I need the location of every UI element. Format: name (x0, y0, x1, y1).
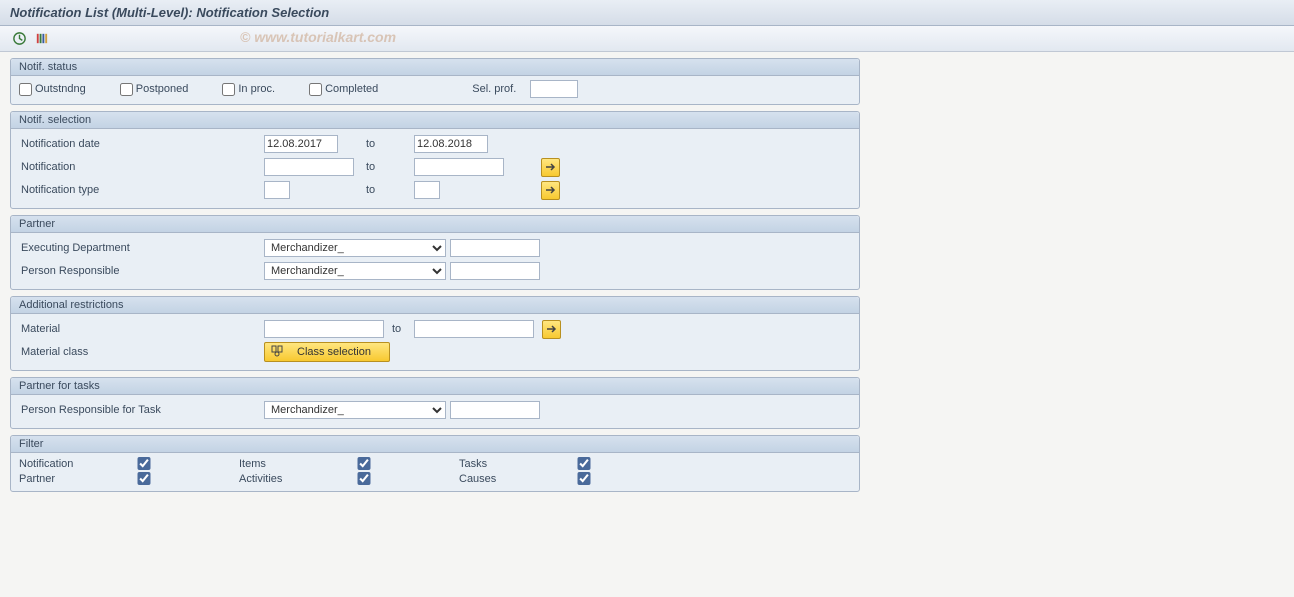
input-date-to[interactable] (414, 135, 488, 153)
class-selection-button[interactable]: Class selection (264, 342, 390, 362)
group-header-tasks: Partner for tasks (11, 378, 859, 395)
multi-select-notif-button[interactable] (541, 158, 560, 177)
arrow-right-icon (546, 324, 558, 334)
input-sel-prof[interactable] (530, 80, 578, 98)
label-filter-notification: Notification (19, 458, 129, 470)
group-additional: Additional restrictions Material to Mate… (10, 296, 860, 371)
label-filter-tasks: Tasks (459, 458, 569, 470)
checkbox-in-proc[interactable] (222, 83, 235, 96)
checkbox-filter-tasks[interactable] (569, 457, 599, 470)
group-filter: Filter Notification Items Tasks Partner … (10, 435, 860, 492)
label-notif-date: Notification date (19, 138, 264, 150)
label-outstanding: Outstndng (35, 83, 86, 95)
input-person-resp-value[interactable] (450, 262, 540, 280)
label-material: Material (19, 323, 264, 335)
checkbox-filter-notification[interactable] (129, 457, 159, 470)
label-filter-partner: Partner (19, 473, 129, 485)
multi-select-type-button[interactable] (541, 181, 560, 200)
select-exec-dept[interactable]: Merchandizer_ (264, 239, 446, 257)
label-notification: Notification (19, 161, 264, 173)
input-person-task-value[interactable] (450, 401, 540, 419)
group-status: Notif. status Outstndng Postponed In pro… (10, 58, 860, 105)
checkbox-postponed[interactable] (120, 83, 133, 96)
label-to-2: to (366, 161, 414, 173)
input-type-from[interactable] (264, 181, 290, 199)
group-selection: Notif. selection Notification date to No… (10, 111, 860, 209)
label-person-task: Person Responsible for Task (19, 404, 264, 416)
checkbox-filter-causes[interactable] (569, 472, 599, 485)
input-notif-to[interactable] (414, 158, 504, 176)
checkbox-filter-partner[interactable] (129, 472, 159, 485)
arrow-right-icon (545, 185, 557, 195)
label-notif-type: Notification type (19, 184, 264, 196)
input-type-to[interactable] (414, 181, 440, 199)
label-postponed: Postponed (136, 83, 189, 95)
watermark: © www.tutorialkart.com (240, 29, 396, 45)
group-header-additional: Additional restrictions (11, 297, 859, 314)
label-filter-items: Items (239, 458, 349, 470)
search-icon (271, 345, 283, 360)
content-area: Notif. status Outstndng Postponed In pro… (0, 52, 870, 504)
title-bar: Notification List (Multi-Level): Notific… (0, 0, 1294, 26)
checkbox-outstanding[interactable] (19, 83, 32, 96)
group-header-status: Notif. status (11, 59, 859, 76)
label-to-4: to (392, 323, 414, 335)
input-material-to[interactable] (414, 320, 534, 338)
checkbox-completed[interactable] (309, 83, 322, 96)
group-partner: Partner Executing Department Merchandize… (10, 215, 860, 290)
class-selection-label: Class selection (297, 346, 371, 358)
checkbox-filter-items[interactable] (349, 457, 379, 470)
variant-icon[interactable] (32, 30, 50, 48)
multi-select-material-button[interactable] (542, 320, 561, 339)
input-date-from[interactable] (264, 135, 338, 153)
group-header-selection: Notif. selection (11, 112, 859, 129)
group-header-filter: Filter (11, 436, 859, 453)
execute-icon[interactable] (10, 30, 28, 48)
arrow-right-icon (545, 162, 557, 172)
group-partner-tasks: Partner for tasks Person Responsible for… (10, 377, 860, 429)
label-to-3: to (366, 184, 414, 196)
input-material-from[interactable] (264, 320, 384, 338)
label-filter-causes: Causes (459, 473, 569, 485)
label-completed: Completed (325, 83, 378, 95)
select-person-resp[interactable]: Merchandizer_ (264, 262, 446, 280)
label-in-proc: In proc. (238, 83, 275, 95)
page-title: Notification List (Multi-Level): Notific… (10, 5, 329, 20)
input-notif-from[interactable] (264, 158, 354, 176)
input-exec-dept-value[interactable] (450, 239, 540, 257)
label-material-class: Material class (19, 346, 264, 358)
group-header-partner: Partner (11, 216, 859, 233)
checkbox-filter-activities[interactable] (349, 472, 379, 485)
label-exec-dept: Executing Department (19, 242, 264, 254)
label-sel-prof: Sel. prof. (472, 83, 516, 95)
label-filter-activities: Activities (239, 473, 349, 485)
select-person-task[interactable]: Merchandizer_ (264, 401, 446, 419)
label-to-1: to (366, 138, 414, 150)
label-person-resp: Person Responsible (19, 265, 264, 277)
toolbar: © www.tutorialkart.com (0, 26, 1294, 52)
